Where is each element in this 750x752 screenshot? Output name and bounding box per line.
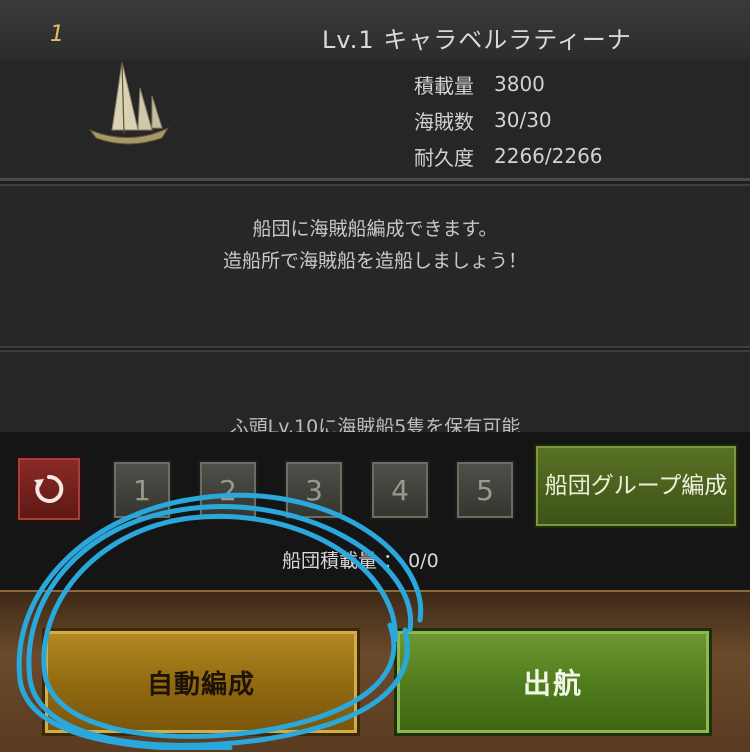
stat-label: 海賊数 <box>414 109 474 134</box>
fleet-group-edit-button[interactable]: 船団グループ編成 <box>534 444 738 528</box>
ship-title: Lv.1 キャラベルラティーナ <box>322 26 632 54</box>
depart-button[interactable]: 出航 <box>394 628 712 736</box>
message-line-2: 造船所で海賊船を造船しましょう！ <box>222 250 527 272</box>
info-panel: ふ頭Lv.10に海賊船5隻を保有可能 <box>0 350 750 434</box>
stat-row-pirates: 海賊数 30/30 <box>414 102 603 138</box>
refresh-icon <box>34 474 64 503</box>
fleet-group-bar: 1 2 3 4 5 船団グループ編成 船団積載量 ： 0/0 <box>0 432 750 590</box>
stat-label: 積載量 <box>414 73 474 98</box>
reset-button[interactable] <box>16 456 82 522</box>
group-tab-4[interactable]: 4 <box>370 460 430 520</box>
ship-header: 1 Lv.1 キャラベルラティーナ <box>0 0 750 61</box>
group-tab-1[interactable]: 1 <box>112 460 172 520</box>
ship-card[interactable]: 積載量 3800 海賊数 30/30 耐久度 2266/2266 <box>0 60 750 181</box>
stat-value: 2266/2266 <box>494 144 603 168</box>
stat-row-durability: 耐久度 2266/2266 <box>414 138 603 174</box>
caravel-ship-icon <box>88 61 170 145</box>
group-tab-2[interactable]: 2 <box>198 460 258 520</box>
stat-value: 30/30 <box>494 108 552 132</box>
message-line-1: 船団に海賊船編成できます。 <box>252 218 498 240</box>
auto-formation-button[interactable]: 自動編成 <box>42 628 360 736</box>
stat-row-capacity: 積載量 3800 <box>414 66 603 102</box>
dock-capacity-note: ふ頭Lv.10に海賊船5隻を保有可能 <box>229 416 521 434</box>
ship-stats: 積載量 3800 海賊数 30/30 耐久度 2266/2266 <box>414 66 603 174</box>
group-tab-3[interactable]: 3 <box>284 460 344 520</box>
slot-number: 1 <box>50 22 64 47</box>
stat-value: 3800 <box>494 72 545 96</box>
group-tab-5[interactable]: 5 <box>455 460 515 520</box>
fleet-capacity-label: 船団積載量 ： 0/0 <box>282 550 439 572</box>
message-panel: 船団に海賊船編成できます。 造船所で海賊船を造船しましょう！ <box>0 184 750 348</box>
bottom-action-bar: 自動編成 出航 <box>0 590 750 752</box>
stat-label: 耐久度 <box>414 145 474 170</box>
